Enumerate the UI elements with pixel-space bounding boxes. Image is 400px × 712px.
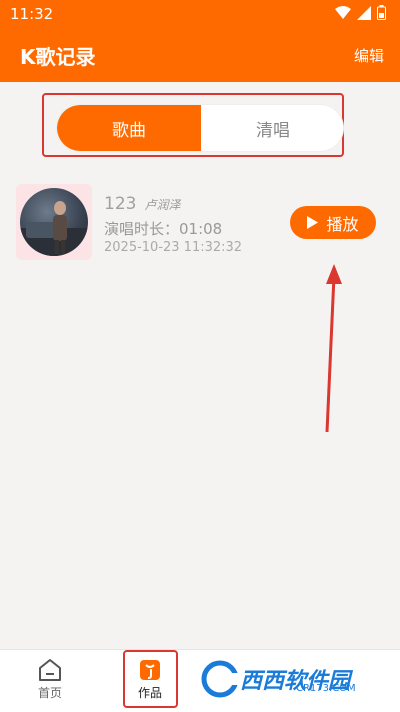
nav-home-label: 首页 (37, 686, 62, 700)
nav-home[interactable]: 首页 (0, 650, 100, 712)
annotation-arrow (325, 264, 342, 433)
home-icon (37, 656, 63, 684)
watermark-sub: CR173.COM (296, 683, 356, 694)
watermark-logo-icon (201, 660, 240, 698)
watermark: 西西软件园 CR173.COM (200, 655, 386, 703)
nav-annotation-box (123, 650, 178, 708)
